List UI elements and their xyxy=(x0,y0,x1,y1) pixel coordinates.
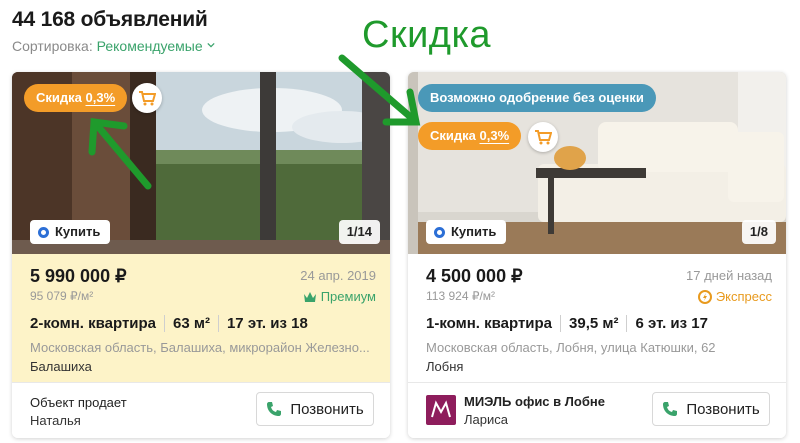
buy-badge: Купить xyxy=(426,220,507,244)
seller-name: Наталья xyxy=(30,413,81,428)
buy-badge: Купить xyxy=(30,220,111,244)
radio-dot-icon xyxy=(434,226,445,238)
city: Лобня xyxy=(426,359,464,374)
listing-params: 1-комн. квартира 39,5 м² 6 эт. из 17 xyxy=(426,315,768,332)
sort-label: Сортировка: xyxy=(12,38,93,54)
photo-counter: 1/8 xyxy=(741,220,776,244)
annotation-title: Скидка xyxy=(362,14,492,56)
call-button[interactable]: Позвонить xyxy=(652,392,770,426)
listing-params: 2-комн. квартира 63 м² 17 эт. из 18 xyxy=(30,315,372,332)
cart-button[interactable] xyxy=(132,83,162,113)
sort-value: Рекомендуемые xyxy=(96,38,203,54)
crown-icon xyxy=(303,291,316,302)
listing-card[interactable]: Возможно одобрение без оценки Скидка 0,3… xyxy=(408,72,786,438)
listing-footer: Объект продает Наталья Позвонить xyxy=(12,382,390,438)
call-label: Позвонить xyxy=(686,400,760,418)
rooms: 2-комн. квартира xyxy=(30,315,166,332)
listing-info: 4 500 000 ₽ 113 924 ₽/м² 17 дней назад Э… xyxy=(408,254,786,382)
call-label: Позвонить xyxy=(290,400,364,418)
agency-name[interactable]: МИЭЛЬ офис в Лобне xyxy=(464,394,605,409)
city: Балашиха xyxy=(30,359,92,374)
listing-footer: МИЭЛЬ офис в Лобне Лариса Позвонить xyxy=(408,382,786,438)
phone-icon xyxy=(267,402,282,416)
floor: 6 эт. из 17 xyxy=(635,315,708,332)
listing-card[interactable]: Скидка 0,3% Купить 1/14 5 990 000 ₽ 95 0… xyxy=(12,72,390,438)
cart-button[interactable] xyxy=(528,122,558,152)
seller-type: Объект продает xyxy=(30,395,127,410)
express-icon xyxy=(697,289,712,304)
rooms: 1-комн. квартира xyxy=(426,315,562,332)
tag-label: Премиум xyxy=(320,289,376,304)
tag-label: Экспресс xyxy=(715,289,772,304)
express-tag: Экспресс xyxy=(697,289,772,304)
discount-badge[interactable]: Скидка 0,3% xyxy=(418,122,522,150)
address: Московская область, Лобня, улица Катюшки… xyxy=(426,340,716,355)
discount-value: 0,3% xyxy=(85,90,116,105)
agency-logo-mark xyxy=(431,400,451,418)
buy-label: Купить xyxy=(451,224,497,239)
buy-label: Купить xyxy=(55,224,101,239)
listing-count: 44 168 объявлений xyxy=(12,8,208,31)
floor: 17 эт. из 18 xyxy=(226,315,308,332)
discount-value: 0,3% xyxy=(479,128,510,143)
photo-counter: 1/14 xyxy=(338,220,380,244)
agency-logo[interactable] xyxy=(426,395,456,425)
listing-date: 24 апр. 2019 xyxy=(300,268,376,283)
listing-photo[interactable]: Возможно одобрение без оценки Скидка 0,3… xyxy=(408,72,786,254)
discount-label: Скидка xyxy=(36,90,86,105)
agent-name: Лариса xyxy=(464,412,508,427)
area: 63 м² xyxy=(173,315,219,332)
discount-label: Скидка xyxy=(430,128,480,143)
discount-badge[interactable]: Скидка 0,3% xyxy=(24,84,128,112)
address: Московская область, Балашиха, микрорайон… xyxy=(30,340,370,355)
listing-date: 17 дней назад xyxy=(686,268,772,283)
cart-icon xyxy=(535,130,552,145)
radio-dot-icon xyxy=(38,226,49,238)
listing-info: 5 990 000 ₽ 95 079 ₽/м² 24 апр. 2019 Пре… xyxy=(12,254,390,382)
chevron-down-icon xyxy=(207,42,215,48)
cart-icon xyxy=(139,91,156,106)
area: 39,5 м² xyxy=(569,315,628,332)
premium-tag: Премиум xyxy=(303,289,376,304)
listing-photo[interactable]: Скидка 0,3% Купить 1/14 xyxy=(12,72,390,254)
call-button[interactable]: Позвонить xyxy=(256,392,374,426)
sort-control: Сортировка: Рекомендуемые xyxy=(12,38,215,54)
approval-badge: Возможно одобрение без оценки xyxy=(418,84,656,112)
sort-dropdown[interactable]: Рекомендуемые xyxy=(97,38,215,54)
phone-icon xyxy=(663,402,678,416)
